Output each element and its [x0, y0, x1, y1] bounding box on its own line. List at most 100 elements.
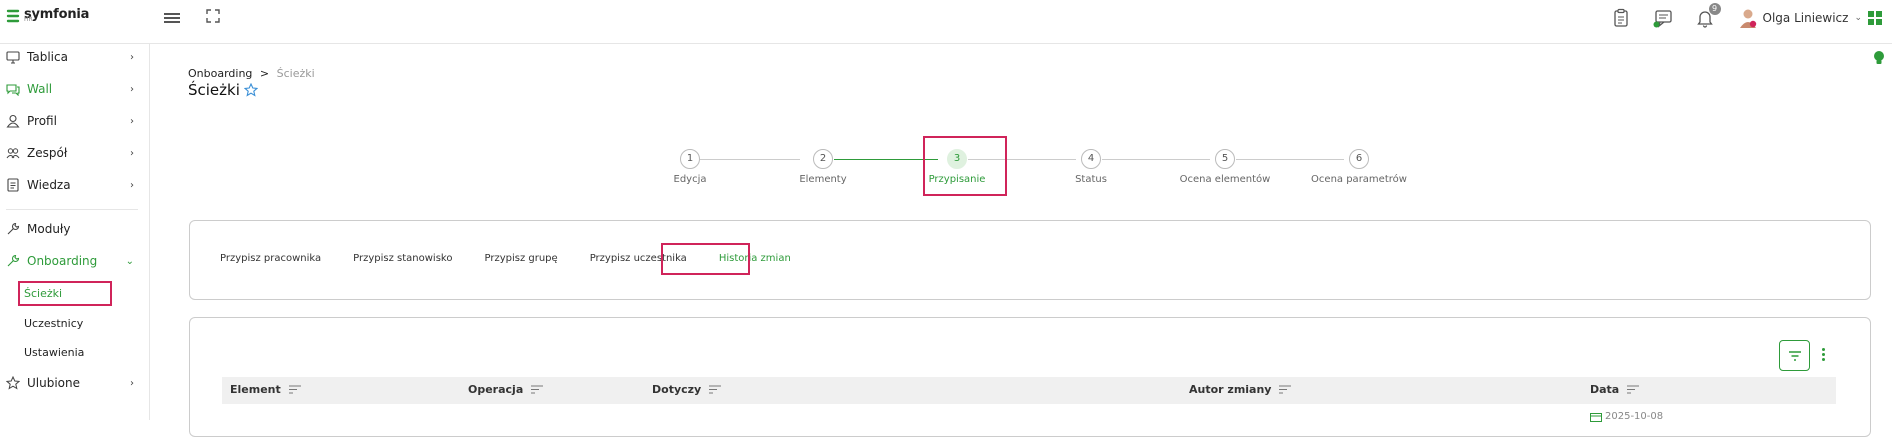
more-options-icon[interactable]	[1822, 348, 1826, 362]
step-elementy[interactable]: 2 Elementy	[763, 149, 883, 185]
sidebar-divider	[6, 209, 138, 210]
column-header-autor-zmiany[interactable]: Autor zmiany	[1189, 383, 1292, 396]
logo-text: symfonia	[24, 7, 90, 22]
menu-toggle-icon[interactable]	[164, 11, 180, 25]
column-label: Data	[1590, 383, 1620, 396]
column-label: Dotyczy	[652, 383, 702, 396]
table-header: Element Operacja Dotyczy Autor zmiany Da…	[222, 377, 1836, 404]
highlight-box-step	[923, 136, 1007, 196]
sidebar-item-zespol[interactable]: Zespół ›	[0, 143, 150, 163]
table-row-date: 2025-10-08	[1590, 411, 1663, 422]
apps-grid-icon[interactable]	[1868, 11, 1882, 25]
stepper: 1 Edycja 2 Elementy 3 Przypisanie 4 Stat…	[674, 149, 1407, 189]
sidebar-item-ulubione[interactable]: Ulubione ›	[0, 373, 150, 393]
sidebar-item-label: Ulubione	[27, 376, 81, 390]
sort-icon	[288, 385, 301, 394]
column-header-element[interactable]: Element	[230, 383, 301, 396]
step-number: 6	[1349, 149, 1369, 169]
sidebar-item-label: Moduły	[27, 222, 71, 236]
step-status[interactable]: 4 Status	[1031, 149, 1151, 185]
monitor-icon	[6, 51, 20, 64]
sidebar: Tablica › Wall › Profil › Zespół › Wiedz…	[0, 44, 150, 420]
step-label: Ocena elementów	[1179, 174, 1271, 185]
chevron-right-icon: ›	[130, 83, 134, 95]
document-icon	[7, 178, 19, 192]
top-right-toolbar: 9 Olga Liniewicz ⌄	[1589, 3, 1882, 30]
fullscreen-icon[interactable]	[206, 9, 220, 23]
symfonia-logo-icon	[6, 9, 20, 23]
step-label: Elementy	[799, 174, 847, 185]
breadcrumb-current: Ścieżki	[276, 67, 315, 80]
sidebar-item-wall[interactable]: Wall ›	[0, 79, 150, 99]
step-edycja[interactable]: 1 Edycja	[630, 149, 750, 185]
sidebar-item-label: Profil	[27, 114, 57, 128]
chevron-right-icon: ›	[130, 377, 134, 389]
filter-icon	[1788, 350, 1801, 361]
team-icon	[6, 148, 20, 159]
sidebar-item-moduly[interactable]: Moduły	[0, 219, 150, 239]
step-number: 2	[813, 149, 833, 169]
chevron-down-icon[interactable]: ⌄	[1854, 13, 1862, 23]
chat-icon	[6, 84, 20, 96]
wrench-icon	[7, 254, 20, 267]
sidebar-item-label: Wall	[27, 82, 53, 96]
highlight-box-sciezki	[18, 281, 112, 306]
highlight-box-tab	[661, 243, 750, 275]
chevron-right-icon: ›	[130, 51, 134, 63]
step-ocena-parametrow[interactable]: 6 Ocena parametrów	[1299, 149, 1419, 185]
tab-przypisz-stanowisko[interactable]: Przypisz stanowisko	[353, 253, 452, 264]
column-header-data[interactable]: Data	[1590, 383, 1640, 396]
avatar[interactable]	[1739, 8, 1757, 28]
sort-icon	[709, 385, 722, 394]
tab-przypisz-grupe[interactable]: Przypisz grupę	[484, 253, 557, 264]
sidebar-item-label: Zespół	[27, 146, 68, 160]
sidebar-item-label: Onboarding	[27, 254, 98, 268]
step-label: Edycja	[673, 174, 707, 185]
logo[interactable]: symfonia	[6, 8, 89, 24]
step-number: 5	[1215, 149, 1235, 169]
column-label: Operacja	[468, 383, 524, 396]
sidebar-item-label: Wiedza	[27, 178, 71, 192]
chevron-down-icon: ⌄	[125, 255, 134, 267]
user-icon	[6, 114, 20, 128]
row-date-value: 2025-10-08	[1605, 411, 1664, 422]
logo-subtitle: HR	[24, 16, 33, 23]
sidebar-item-wiedza[interactable]: Wiedza ›	[0, 175, 150, 195]
step-ocena-elementow[interactable]: 5 Ocena elementów	[1165, 149, 1285, 185]
tab-przypisz-pracownika[interactable]: Przypisz pracownika	[220, 253, 321, 264]
chevron-right-icon: ›	[130, 147, 134, 159]
step-label: Status	[1075, 174, 1107, 185]
notifications-button[interactable]: 9	[1695, 3, 1721, 28]
sidebar-item-tablica[interactable]: Tablica ›	[0, 47, 150, 67]
sidebar-subitem-uczestnicy[interactable]: Uczestnicy	[24, 317, 83, 330]
chevron-right-icon: ›	[130, 179, 134, 191]
page-title: Ścieżki	[188, 81, 240, 99]
star-outline-icon[interactable]	[243, 83, 258, 97]
wrench-icon	[7, 222, 20, 235]
messages-icon[interactable]	[1653, 8, 1673, 28]
column-label: Autor zmiany	[1189, 383, 1272, 396]
step-number: 4	[1081, 149, 1101, 169]
clipboard-icon[interactable]	[1611, 8, 1631, 28]
page-title-wrap: Ścieżki	[188, 81, 258, 99]
sort-icon	[531, 385, 544, 394]
calendar-icon	[1590, 412, 1602, 422]
sidebar-subitem-ustawienia[interactable]: Ustawienia	[24, 346, 84, 359]
star-icon	[6, 376, 20, 390]
sort-icon	[1627, 385, 1640, 394]
breadcrumb: Onboarding > Ścieżki	[188, 67, 315, 80]
filter-button[interactable]	[1779, 340, 1810, 371]
column-header-dotyczy[interactable]: Dotyczy	[652, 383, 722, 396]
step-label: Ocena parametrów	[1311, 174, 1407, 185]
sidebar-item-label: Tablica	[27, 50, 68, 64]
column-label: Element	[230, 383, 281, 396]
sidebar-item-profil[interactable]: Profil ›	[0, 111, 150, 131]
breadcrumb-root[interactable]: Onboarding	[188, 67, 252, 80]
column-header-operacja[interactable]: Operacja	[468, 383, 544, 396]
step-number: 1	[680, 149, 700, 169]
lightbulb-icon[interactable]	[1873, 50, 1885, 66]
user-name[interactable]: Olga Liniewicz	[1763, 11, 1849, 25]
breadcrumb-separator: >	[259, 67, 270, 80]
sidebar-item-onboarding[interactable]: Onboarding ⌄	[0, 251, 150, 271]
notification-count-badge: 9	[1708, 3, 1721, 15]
